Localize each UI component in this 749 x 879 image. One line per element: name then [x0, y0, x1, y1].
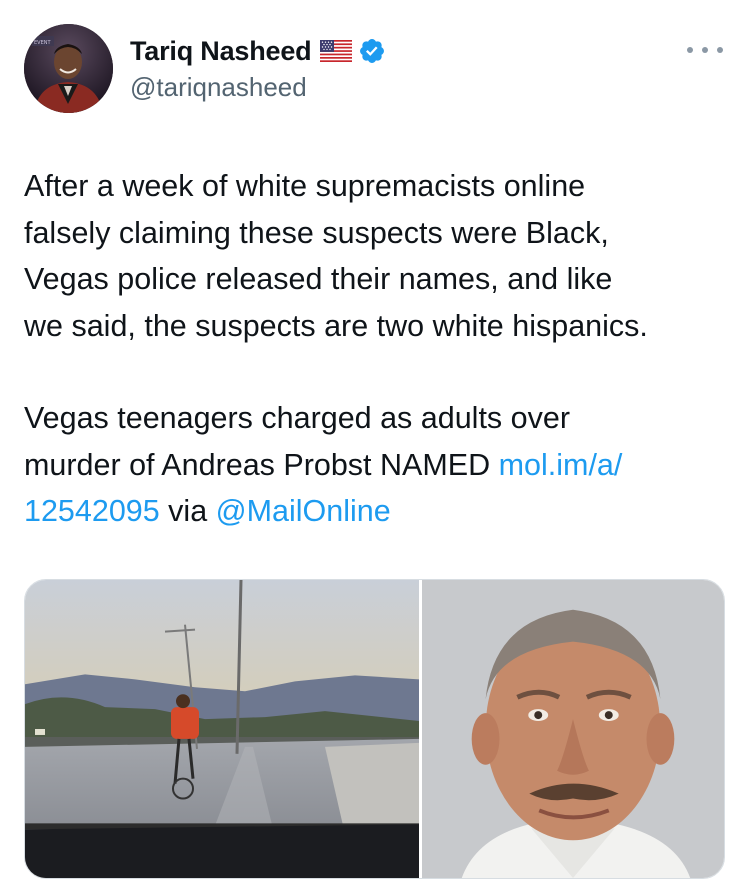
more-options-icon[interactable] — [687, 42, 723, 58]
tweet-paragraph-2: Vegas teenagers charged as adults over m… — [24, 395, 739, 535]
media-gallery[interactable] — [24, 579, 725, 879]
author-info[interactable]: Tariq Nasheed @tariqnasheed — [130, 32, 386, 103]
via-text: via — [159, 494, 216, 528]
us-flag-icon — [320, 40, 353, 62]
dot — [717, 47, 723, 53]
mention-link[interactable]: @MailOnline — [216, 494, 391, 528]
author-handle[interactable]: @tariqnasheed — [130, 72, 386, 103]
tweet-text: After a week of white supremacists onlin… — [24, 163, 739, 535]
tweet-paragraph-1: After a week of white supremacists onlin… — [24, 169, 648, 343]
avatar[interactable]: EVENT — [24, 24, 113, 113]
tweet-card: EVENT Tariq Nasheed @tariqnasheed After … — [0, 0, 749, 879]
svg-text:EVENT: EVENT — [34, 40, 51, 46]
dot — [702, 47, 708, 53]
media-image-portrait[interactable] — [422, 580, 724, 878]
dot — [687, 47, 693, 53]
name-row: Tariq Nasheed — [130, 32, 386, 70]
tweet-paragraph-2-text: Vegas teenagers charged as adults over m… — [24, 401, 570, 482]
verified-badge-icon — [358, 37, 386, 65]
display-name[interactable]: Tariq Nasheed — [130, 36, 312, 67]
media-image-road-cyclist[interactable] — [25, 580, 419, 878]
